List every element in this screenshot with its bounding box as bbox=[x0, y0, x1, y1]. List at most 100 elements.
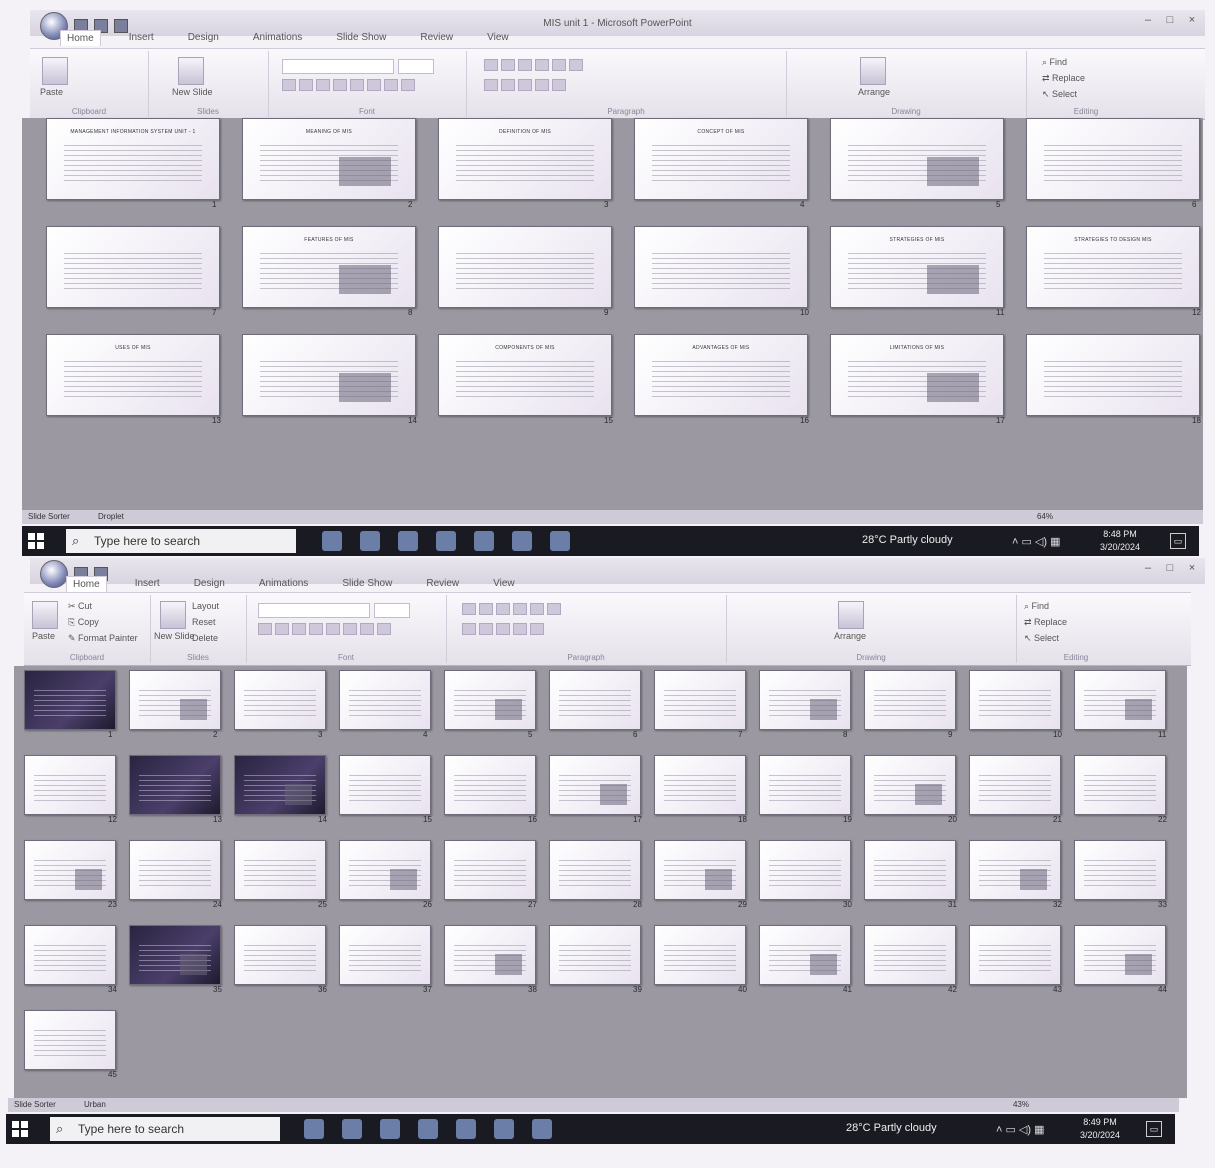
tab-animations[interactable]: Animations bbox=[247, 30, 308, 46]
windows-start-icon[interactable] bbox=[28, 533, 44, 549]
list-buttons[interactable] bbox=[484, 59, 583, 71]
slide-thumbnail[interactable]: Advantages of MIS bbox=[634, 334, 808, 416]
app-icon[interactable] bbox=[360, 531, 380, 551]
slide-thumbnail[interactable] bbox=[1074, 670, 1166, 730]
tab-home[interactable]: Home bbox=[60, 30, 101, 46]
slide-thumbnail[interactable] bbox=[549, 670, 641, 730]
slide-thumbnail[interactable]: Definition of MIS bbox=[438, 118, 612, 200]
slide-thumbnail[interactable]: Concept of MIS bbox=[634, 118, 808, 200]
slide-thumbnail[interactable] bbox=[759, 925, 851, 985]
list-buttons[interactable] bbox=[462, 603, 561, 615]
slide-thumbnail[interactable] bbox=[830, 118, 1004, 200]
slide-thumbnail[interactable] bbox=[759, 670, 851, 730]
slide-thumbnail[interactable] bbox=[654, 840, 746, 900]
close-icon[interactable]: × bbox=[1185, 14, 1199, 26]
system-tray[interactable]: ˄ ▭ ◁) ▦ bbox=[996, 1123, 1045, 1136]
tab-review[interactable]: Review bbox=[420, 576, 465, 592]
system-tray[interactable]: ˄ ▭ ◁) ▦ bbox=[1012, 535, 1061, 548]
maximize-icon[interactable]: □ bbox=[1163, 562, 1177, 574]
slide-thumbnail[interactable] bbox=[24, 840, 116, 900]
slide-thumbnail[interactable] bbox=[444, 755, 536, 815]
slide-thumbnail[interactable]: Management Information System Unit - 1 bbox=[46, 118, 220, 200]
tab-review[interactable]: Review bbox=[414, 30, 459, 46]
new-slide-icon[interactable] bbox=[160, 601, 186, 629]
app-icon[interactable] bbox=[342, 1119, 362, 1139]
clock[interactable]: 8:48 PM 3/20/2024 bbox=[1100, 528, 1140, 554]
app-icon[interactable] bbox=[398, 531, 418, 551]
slide-thumbnail[interactable] bbox=[1074, 755, 1166, 815]
tab-animations[interactable]: Animations bbox=[253, 576, 314, 592]
chrome-icon[interactable] bbox=[456, 1119, 476, 1139]
slide-thumbnail[interactable] bbox=[438, 226, 612, 308]
slide-thumbnail[interactable] bbox=[864, 840, 956, 900]
font-size-box[interactable] bbox=[398, 59, 434, 74]
taskbar-search[interactable]: ⌕ Type here to search bbox=[50, 1117, 280, 1141]
tab-slide-show[interactable]: Slide Show bbox=[330, 30, 392, 46]
chrome-icon[interactable] bbox=[474, 531, 494, 551]
windows-start-icon[interactable] bbox=[12, 1121, 28, 1137]
paste-icon[interactable] bbox=[42, 57, 68, 85]
replace-button[interactable]: ⇄ Replace bbox=[1042, 73, 1085, 84]
font-size-box[interactable] bbox=[374, 603, 410, 618]
clock[interactable]: 8:49 PM 3/20/2024 bbox=[1080, 1116, 1120, 1142]
powerpoint-icon[interactable] bbox=[550, 531, 570, 551]
slide-thumbnail[interactable] bbox=[339, 925, 431, 985]
slide-thumbnail[interactable] bbox=[969, 670, 1061, 730]
slide-thumbnail[interactable] bbox=[46, 226, 220, 308]
font-format-buttons[interactable] bbox=[282, 79, 415, 91]
arrange-button[interactable]: Arrange bbox=[834, 631, 866, 641]
slide-thumbnail[interactable]: Strategies to Design MIS bbox=[1026, 226, 1200, 308]
new-slide-button[interactable]: New Slide bbox=[172, 87, 213, 97]
app-icon[interactable] bbox=[380, 1119, 400, 1139]
format-painter-button[interactable]: ✎ Format Painter bbox=[68, 633, 138, 644]
arrange-icon[interactable] bbox=[860, 57, 886, 85]
layout-button[interactable]: Layout bbox=[192, 601, 219, 611]
slide-thumbnail[interactable] bbox=[759, 755, 851, 815]
slide-thumbnail[interactable] bbox=[864, 755, 956, 815]
slide-thumbnail[interactable] bbox=[24, 1010, 116, 1070]
find-button[interactable]: ⌕ Find bbox=[1042, 57, 1067, 68]
notification-icon[interactable]: ▭ bbox=[1146, 1121, 1162, 1137]
replace-button[interactable]: ⇄ Replace bbox=[1024, 617, 1067, 628]
slide-thumbnail[interactable] bbox=[864, 670, 956, 730]
slide-thumbnail[interactable] bbox=[969, 840, 1061, 900]
delete-button[interactable]: Delete bbox=[192, 633, 218, 643]
font-name-box[interactable] bbox=[258, 603, 370, 618]
slide-thumbnail[interactable] bbox=[549, 755, 641, 815]
slide-thumbnail[interactable] bbox=[549, 840, 641, 900]
tab-design[interactable]: Design bbox=[188, 576, 231, 592]
slide-thumbnail[interactable] bbox=[1026, 118, 1200, 200]
slide-thumbnail[interactable] bbox=[339, 840, 431, 900]
slide-thumbnail[interactable] bbox=[444, 925, 536, 985]
slide-thumbnail[interactable] bbox=[339, 670, 431, 730]
slide-thumbnail[interactable] bbox=[759, 840, 851, 900]
zoom-level[interactable]: 43% bbox=[1013, 1100, 1029, 1109]
slide-thumbnail[interactable]: Uses of MIS bbox=[46, 334, 220, 416]
slide-thumbnail[interactable] bbox=[1074, 925, 1166, 985]
reset-button[interactable]: Reset bbox=[192, 617, 216, 627]
slide-thumbnail[interactable] bbox=[129, 840, 221, 900]
slide-thumbnail[interactable] bbox=[634, 226, 808, 308]
chrome-icon[interactable] bbox=[512, 531, 532, 551]
slide-thumbnail[interactable] bbox=[242, 334, 416, 416]
slide-thumbnail[interactable] bbox=[24, 925, 116, 985]
find-button[interactable]: ⌕ Find bbox=[1024, 601, 1049, 612]
office-button-icon[interactable] bbox=[40, 560, 68, 588]
minimize-icon[interactable]: – bbox=[1141, 14, 1155, 26]
align-buttons[interactable] bbox=[484, 79, 566, 91]
file-explorer-icon[interactable] bbox=[436, 531, 456, 551]
slide-thumbnail[interactable] bbox=[129, 925, 221, 985]
arrange-button[interactable]: Arrange bbox=[858, 87, 890, 97]
slide-thumbnail[interactable] bbox=[654, 925, 746, 985]
paste-icon[interactable] bbox=[32, 601, 58, 629]
slide-thumbnail[interactable] bbox=[234, 840, 326, 900]
maximize-icon[interactable]: □ bbox=[1163, 14, 1177, 26]
chrome-icon[interactable] bbox=[494, 1119, 514, 1139]
copy-button[interactable]: ⎘ Copy bbox=[68, 617, 99, 628]
new-slide-icon[interactable] bbox=[178, 57, 204, 85]
slide-thumbnail[interactable] bbox=[1074, 840, 1166, 900]
slide-thumbnail[interactable] bbox=[444, 670, 536, 730]
slide-thumbnail[interactable]: Strategies of MIS bbox=[830, 226, 1004, 308]
font-name-box[interactable] bbox=[282, 59, 394, 74]
slide-thumbnail[interactable] bbox=[969, 755, 1061, 815]
